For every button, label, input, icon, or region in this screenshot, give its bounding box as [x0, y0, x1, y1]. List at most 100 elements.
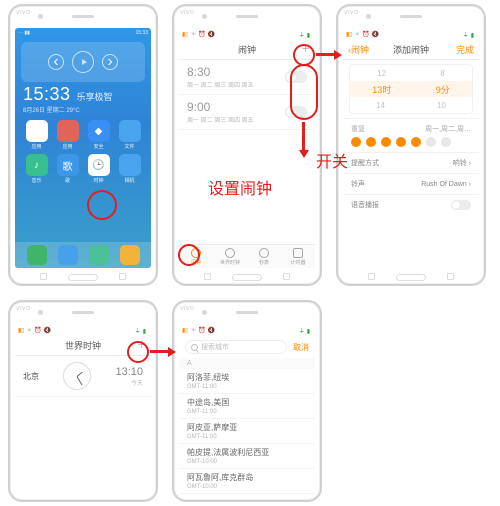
play-icon[interactable]	[72, 51, 94, 73]
status-icons: ▮▯☀⏰🔇	[182, 327, 217, 334]
alarm-repeat: 周一 周二 周三 周四 周五	[187, 115, 254, 124]
cancel-button[interactable]: 取消	[293, 342, 309, 353]
nav-menu-button[interactable]	[40, 273, 47, 280]
city-name: 北京	[23, 371, 39, 382]
alarm-header: 闹钟 ＋	[179, 40, 315, 60]
app-icon[interactable]: 应用	[54, 120, 81, 150]
city-search-input[interactable]: 搜索城市	[185, 340, 287, 354]
front-camera	[202, 14, 207, 19]
city-row[interactable]: 檀香山,美国GMT-10:00	[179, 494, 315, 495]
add-city-button[interactable]: ＋	[137, 336, 146, 355]
nav-menu-button[interactable]	[368, 273, 375, 280]
alarm-toggle[interactable]	[285, 71, 307, 83]
app-clock[interactable]: 🕒时钟	[85, 154, 112, 184]
next-icon[interactable]: ›	[102, 54, 118, 70]
nav-menu-button[interactable]	[204, 273, 211, 280]
app-icon[interactable]: 相机	[116, 154, 143, 184]
alarm-tab-icon	[191, 248, 201, 258]
tab-bar: 闹钟 世界时钟 秒表 计时器	[179, 244, 315, 268]
picker-minute: 9分	[436, 83, 450, 96]
home-button[interactable]	[232, 274, 262, 281]
add-alarm-button[interactable]: ＋	[301, 40, 310, 59]
app-icon[interactable]: 应用	[23, 120, 50, 150]
repeat-value: 周一,周二,周…	[425, 124, 471, 134]
music-widget[interactable]: ‹ ›	[21, 42, 145, 82]
world-city-row[interactable]: 北京 13:10 今天	[15, 356, 151, 397]
city-row[interactable]: 阿皮亚,萨摩亚GMT-11:00	[179, 419, 315, 444]
city-row[interactable]: 帕皮提,法属波利尼西亚GMT-10:00	[179, 444, 315, 469]
dock-contacts[interactable]	[58, 245, 78, 265]
status-icons: ⋯ ▮▮	[18, 30, 30, 36]
phone-homescreen: vivo ⋯ ▮▮ 15:33 ‹ › 15:33 乐享极智 8月26日 星期二…	[8, 4, 158, 286]
front-camera	[38, 14, 43, 19]
page-title: 添加闹钟	[393, 43, 429, 56]
brand-label: vivo	[180, 9, 194, 16]
repeat-section[interactable]: 重复 周一,周二,周…	[343, 118, 479, 152]
home-time: 15:33	[23, 84, 71, 105]
ring-label: 铃声	[351, 179, 365, 189]
city-day: 今天	[115, 378, 143, 387]
city-row[interactable]: 中途岛,美国GMT-11:00	[179, 394, 315, 419]
screen-add-alarm: ▮▯☀⏰🔇 ⏚▮ ‹ 闹钟 添加闹钟 完成 128 13时9分 1410 重复 …	[343, 28, 479, 268]
app-icon[interactable]: 歌歌	[54, 154, 81, 184]
dock-browser[interactable]	[120, 245, 140, 265]
page-title: 世界时钟	[65, 339, 101, 352]
weekday-dots[interactable]	[351, 137, 471, 147]
nav-back-button[interactable]	[119, 273, 126, 280]
back-button[interactable]: ‹ 闹钟	[348, 40, 369, 59]
analog-clock-icon	[63, 362, 91, 390]
remind-label: 提醒方式	[351, 158, 379, 168]
search-icon	[191, 344, 198, 351]
app-icon[interactable]: ◆安全	[85, 120, 112, 150]
alarm-row[interactable]: 9:00 周一 周二 周三 周四 周五	[179, 95, 315, 130]
nav-back-button[interactable]	[283, 273, 290, 280]
alarm-time: 9:00	[187, 100, 254, 114]
city-row[interactable]: 阿瓦鲁阿,库克群岛GMT-10:00	[179, 469, 315, 494]
alarm-row[interactable]: 8:30 周一 周二 周三 周四 周五	[179, 60, 315, 95]
status-right: ⏚▮	[299, 326, 312, 335]
front-camera	[202, 310, 207, 315]
front-camera	[38, 310, 43, 315]
earpiece	[236, 15, 258, 18]
add-alarm-header: ‹ 闹钟 添加闹钟 完成	[343, 40, 479, 60]
earpiece	[400, 15, 422, 18]
voice-label: 语音播报	[351, 200, 379, 210]
time-picker[interactable]: 128 13时9分 1410	[349, 64, 473, 114]
stopwatch-icon	[259, 248, 269, 258]
voice-toggle[interactable]	[451, 200, 471, 210]
prev-icon[interactable]: ‹	[48, 54, 64, 70]
screen-home: ⋯ ▮▮ 15:33 ‹ › 15:33 乐享极智 8月26日 星期二 29°C…	[15, 28, 151, 268]
remind-row[interactable]: 提醒方式 响铃 ›	[343, 152, 479, 173]
done-button[interactable]: 完成	[456, 40, 474, 59]
city-row[interactable]: 阿洛菲,纽埃GMT-11:00	[179, 369, 315, 394]
earpiece	[236, 311, 258, 314]
app-icon[interactable]: ♪音乐	[23, 154, 50, 184]
alarm-toggle[interactable]	[285, 106, 307, 118]
clock-icon: 🕒	[92, 160, 104, 171]
dock	[15, 242, 151, 268]
tab-timer[interactable]: 计时器	[281, 245, 315, 268]
dock-messages[interactable]	[89, 245, 109, 265]
brand-label: vivo	[16, 305, 30, 312]
app-icon[interactable]: 文件	[116, 120, 143, 150]
screen-citylist: ▮▯☀⏰🔇 ⏚▮ 搜索城市 取消 A 阿洛菲,纽埃GMT-11:00中途岛,美国…	[179, 324, 315, 495]
home-button[interactable]	[68, 274, 98, 281]
status-bar: ▮▯☀⏰🔇 ⏚▮	[179, 324, 315, 336]
app-grid: 应用 应用 ◆安全 文件 ♪音乐 歌歌 🕒时钟 相机	[15, 118, 151, 186]
ring-value: Rush Of Dawn ›	[421, 181, 471, 188]
earpiece	[72, 311, 94, 314]
dock-phone[interactable]	[27, 245, 47, 265]
ringtone-row[interactable]: 铃声 Rush Of Dawn ›	[343, 173, 479, 194]
nav-back-button[interactable]	[447, 273, 454, 280]
worldclock-header: 世界时钟 ＋	[15, 336, 151, 356]
status-icons: ▮▯☀⏰🔇	[18, 327, 53, 334]
tab-worldclock[interactable]: 世界时钟	[213, 245, 247, 268]
status-icons: ▮▯☀⏰🔇	[346, 31, 381, 38]
tab-alarm[interactable]: 闹钟	[179, 245, 213, 268]
tab-stopwatch[interactable]: 秒表	[247, 245, 281, 268]
status-bar: ▮▯☀⏰🔇 ⏚▮	[15, 324, 151, 336]
brand-label: vivo	[16, 9, 30, 16]
home-button[interactable]	[396, 274, 426, 281]
status-right: ⏚▮	[135, 326, 148, 335]
alarm-title: 闹钟	[238, 43, 256, 56]
